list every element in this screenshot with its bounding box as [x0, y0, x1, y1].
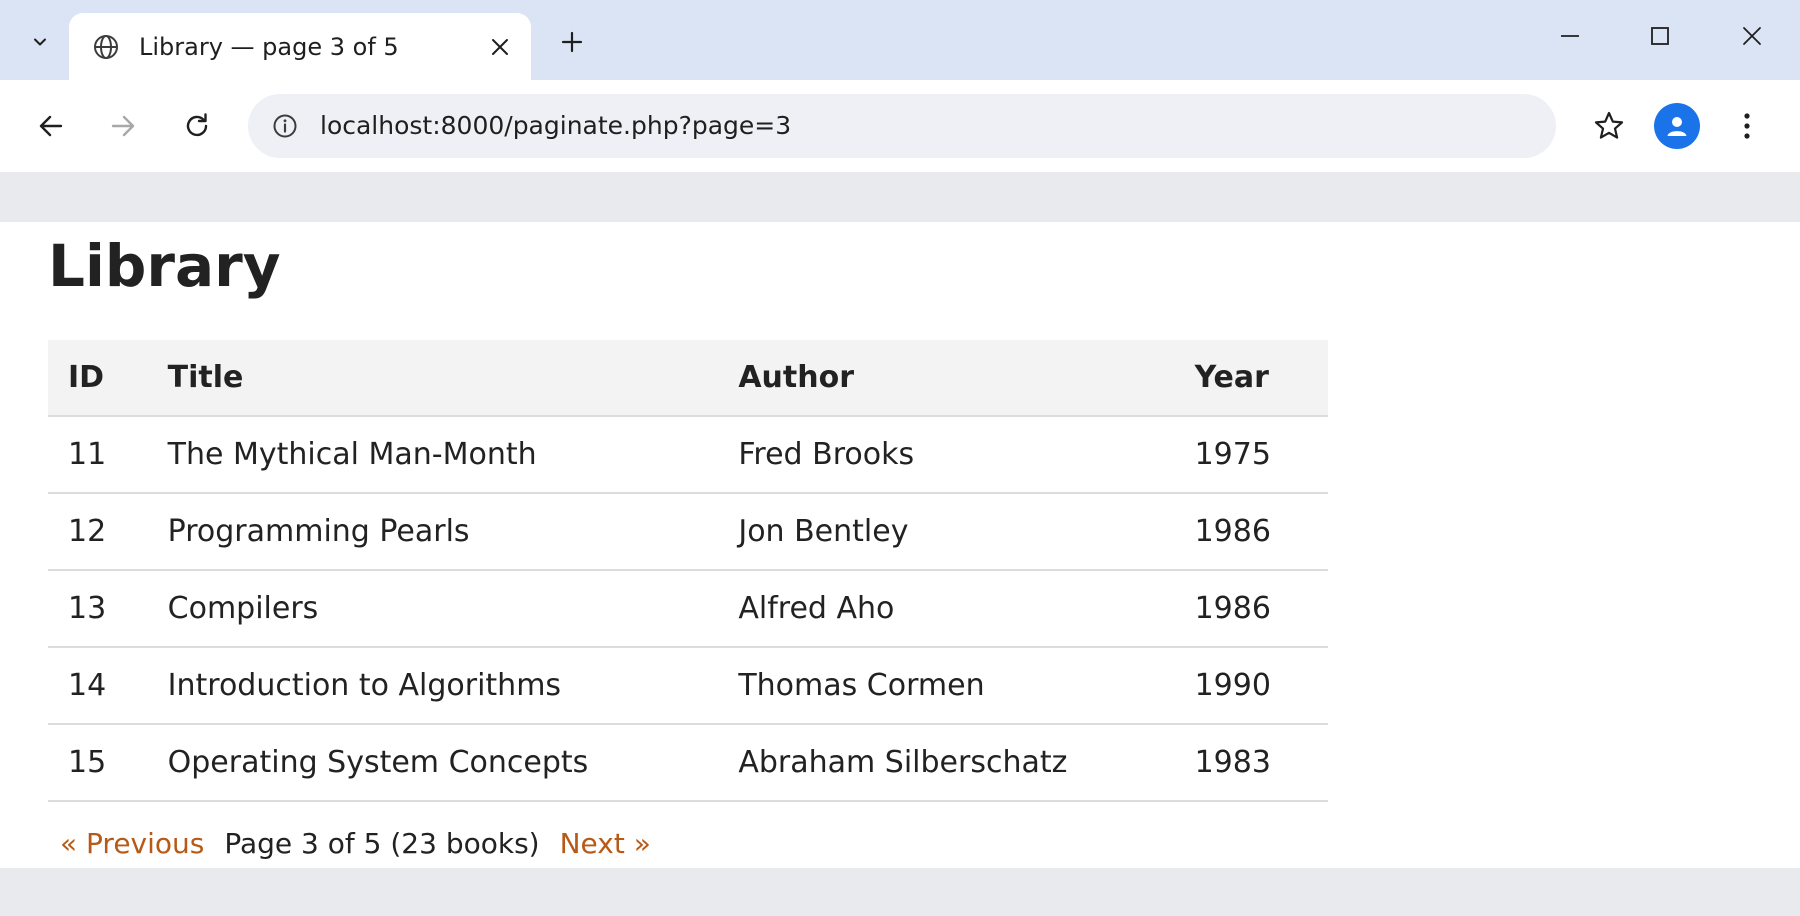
forward-arrow-icon[interactable]	[100, 103, 146, 149]
table-row: 15 Operating System Concepts Abraham Sil…	[48, 724, 1328, 802]
previous-page-link[interactable]: « Previous	[60, 827, 204, 860]
page-bottom-band	[0, 868, 1800, 916]
cell-year: 1983	[1174, 724, 1328, 802]
cell-title: Introduction to Algorithms	[147, 647, 719, 725]
page-title: Library	[48, 232, 281, 300]
page-content: Library ID Title Author Year 11 The Myth…	[0, 222, 1800, 868]
column-header-title: Title	[147, 340, 719, 417]
cell-author: Thomas Cormen	[718, 647, 1175, 725]
cell-year: 1990	[1174, 647, 1328, 725]
tab-title: Library — page 3 of 5	[139, 33, 399, 61]
cell-year: 1975	[1174, 416, 1328, 494]
address-bar[interactable]: localhost:8000/paginate.php?page=3	[248, 94, 1556, 158]
person-icon[interactable]	[1654, 103, 1700, 149]
cell-id: 14	[48, 647, 148, 725]
cell-id: 11	[48, 416, 148, 494]
cell-title: Operating System Concepts	[147, 724, 719, 802]
column-header-year: Year	[1174, 340, 1328, 417]
cell-id: 12	[48, 493, 148, 571]
page-top-band	[0, 172, 1800, 222]
books-table: ID Title Author Year 11 The Mythical Man…	[48, 340, 1328, 802]
tab-search-icon[interactable]	[18, 22, 62, 62]
cell-title: Programming Pearls	[147, 493, 719, 571]
star-icon[interactable]	[1586, 103, 1632, 149]
cell-year: 1986	[1174, 570, 1328, 648]
table-row: 12 Programming Pearls Jon Bentley 1986	[48, 493, 1328, 571]
cell-author: Jon Bentley	[718, 493, 1175, 571]
close-window-icon[interactable]	[1722, 14, 1782, 58]
table-row: 11 The Mythical Man-Month Fred Brooks 19…	[48, 416, 1328, 494]
cell-id: 13	[48, 570, 148, 648]
page-status: Page 3 of 5 (23 books)	[224, 827, 540, 860]
cell-author: Alfred Aho	[718, 570, 1175, 648]
pagination: « Previous Page 3 of 5 (23 books) Next »	[60, 822, 651, 866]
table-row: 14 Introduction to Algorithms Thomas Cor…	[48, 647, 1328, 725]
next-page-link[interactable]: Next »	[560, 827, 651, 860]
table-row: 13 Compilers Alfred Aho 1986	[48, 570, 1328, 648]
cell-id: 15	[48, 724, 148, 802]
maximize-icon[interactable]	[1630, 14, 1690, 58]
reload-icon[interactable]	[174, 103, 220, 149]
back-arrow-icon[interactable]	[28, 103, 74, 149]
globe-icon	[93, 34, 119, 60]
cell-title: The Mythical Man-Month	[147, 416, 719, 494]
column-header-author: Author	[718, 340, 1175, 417]
minimize-icon[interactable]	[1540, 14, 1600, 58]
cell-author: Fred Brooks	[718, 416, 1175, 494]
url-text[interactable]: localhost:8000/paginate.php?page=3	[320, 108, 791, 144]
cell-year: 1986	[1174, 493, 1328, 571]
info-icon[interactable]	[270, 111, 300, 141]
tab-strip: Library — page 3 of 5	[0, 0, 1800, 80]
browser-toolbar: localhost:8000/paginate.php?page=3	[0, 80, 1800, 172]
active-tab[interactable]: Library — page 3 of 5	[69, 13, 531, 80]
table-header-row: ID Title Author Year	[48, 340, 1328, 417]
plus-icon[interactable]	[554, 24, 590, 60]
cell-author: Abraham Silberschatz	[718, 724, 1175, 802]
close-icon[interactable]	[485, 32, 515, 62]
column-header-id: ID	[48, 340, 148, 417]
cell-title: Compilers	[147, 570, 719, 648]
more-vert-icon[interactable]	[1724, 103, 1770, 149]
